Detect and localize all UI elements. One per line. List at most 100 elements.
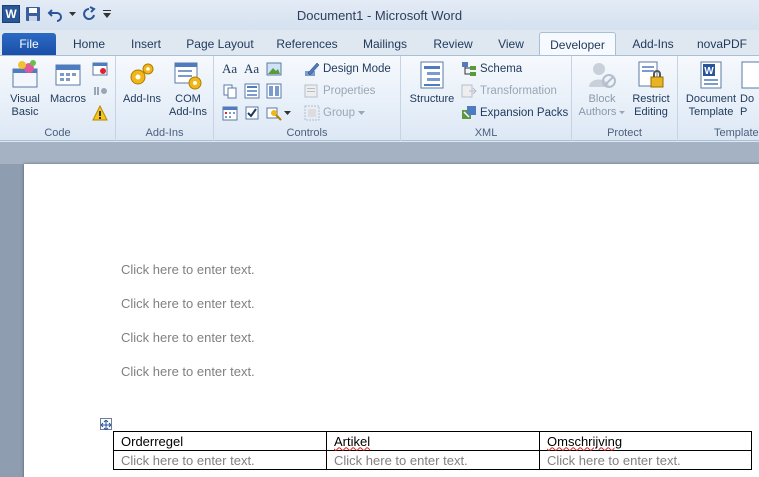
macros-button[interactable]: Macros <box>48 59 88 106</box>
picture-content-control-icon[interactable] <box>266 61 282 77</box>
tab-view[interactable]: View <box>492 33 530 55</box>
properties-label: Properties <box>323 85 376 97</box>
structure-button[interactable]: Structure <box>407 59 457 106</box>
plain-text-content-control-icon[interactable]: Aa <box>244 61 259 77</box>
chevron-down-icon <box>284 110 291 115</box>
block-authors-label-1: Block <box>588 93 616 105</box>
tab-references[interactable]: References <box>271 33 343 55</box>
visual-basic-label-1: Visual <box>10 93 40 105</box>
document-panel-label-1: Do <box>740 93 755 105</box>
content-control-placeholder[interactable]: Click here to enter text. <box>121 262 255 277</box>
add-ins-label: Add-Ins <box>123 93 161 105</box>
combo-box-control-icon[interactable] <box>244 83 260 99</box>
restrict-editing-label-2: Editing <box>634 106 668 118</box>
check-box-control-icon[interactable] <box>244 105 260 121</box>
design-mode-button[interactable]: Design Mode <box>304 61 391 77</box>
ribbon-tabs: File Home Insert Page Layout References … <box>0 30 759 56</box>
restrict-editing-icon <box>638 61 664 88</box>
table-cell-placeholder[interactable]: Click here to enter text. <box>539 450 752 470</box>
tab-page-layout[interactable]: Page Layout <box>182 33 258 55</box>
block-authors-button[interactable]: Block Authors <box>576 59 628 119</box>
date-picker-control-icon[interactable] <box>222 105 238 121</box>
svg-text:W: W <box>704 66 714 77</box>
order-table: Orderregel Artikel Omschrijving Click he… <box>113 431 752 470</box>
document-panel-label-2: P <box>740 106 748 118</box>
content-control-placeholder[interactable]: Click here to enter text. <box>121 364 255 379</box>
tab-review[interactable]: Review <box>428 33 478 55</box>
ribbon: Visual Basic Macros Code Add-Ins COM Add… <box>0 55 759 141</box>
block-authors-icon <box>589 63 616 88</box>
properties-button[interactable]: Properties <box>304 83 375 99</box>
schema-button[interactable]: Schema <box>461 61 522 77</box>
add-ins-button[interactable]: Add-Ins <box>120 59 164 106</box>
document-workspace: Click here to enter text. Click here to … <box>0 142 759 477</box>
group-controls-label: Controls <box>286 127 328 139</box>
table-header-text: Artikel <box>334 433 371 449</box>
expansion-packs-icon <box>462 106 476 119</box>
group-templates-label: Templates <box>714 127 759 139</box>
document-panel-icon <box>741 61 759 89</box>
tab-insert[interactable]: Insert <box>124 33 168 55</box>
table-header-cell[interactable]: Orderregel <box>113 431 327 451</box>
table-header-cell[interactable]: Artikel <box>326 431 540 451</box>
record-macro-icon[interactable] <box>92 61 108 77</box>
content-control-placeholder[interactable]: Click here to enter text. <box>121 296 255 311</box>
block-authors-chevron-icon <box>619 111 626 115</box>
macros-label: Macros <box>49 93 87 105</box>
tab-developer[interactable]: Developer <box>539 32 616 56</box>
visual-basic-label-2: Basic <box>11 106 39 118</box>
gears-icon <box>130 63 154 85</box>
tab-mailings[interactable]: Mailings <box>356 33 414 55</box>
restrict-editing-button[interactable]: Restrict Editing <box>628 59 674 119</box>
table-header-cell[interactable]: Omschrijving <box>539 431 752 451</box>
table-header-row: Orderregel Artikel Omschrijving <box>113 431 752 451</box>
schema-icon <box>462 62 476 76</box>
table-move-handle[interactable] <box>100 418 112 431</box>
rich-text-content-control-icon[interactable]: Aa <box>222 61 237 77</box>
group-add-ins-label: Add-Ins <box>145 127 184 139</box>
window-title: Document1 - Microsoft Word <box>296 8 463 23</box>
visual-basic-icon <box>12 60 38 88</box>
visual-basic-button[interactable]: Visual Basic <box>6 59 44 119</box>
move-arrows-icon <box>100 419 112 431</box>
expansion-packs-button[interactable]: Expansion Packs <box>461 105 568 121</box>
document-panel-button[interactable]: Do P <box>740 59 759 119</box>
com-add-ins-label-1: COM <box>175 93 201 105</box>
table-cell-placeholder[interactable]: Click here to enter text. <box>326 450 540 470</box>
drop-down-list-control-icon[interactable] <box>266 83 282 99</box>
document-page[interactable]: Click here to enter text. Click here to … <box>24 164 759 477</box>
structure-label: Structure <box>409 93 455 105</box>
macros-icon <box>55 64 81 86</box>
legacy-tools-icon <box>266 107 282 121</box>
document-template-label-2: Template <box>688 106 734 118</box>
tab-add-ins[interactable]: Add-Ins <box>626 33 680 55</box>
group-icon <box>304 105 320 121</box>
building-block-gallery-icon[interactable] <box>222 83 238 99</box>
design-mode-label: Design Mode <box>323 63 391 75</box>
workspace-top-margin <box>0 142 759 164</box>
table-cell-placeholder[interactable]: Click here to enter text. <box>113 450 327 470</box>
restrict-editing-label-1: Restrict <box>632 93 670 105</box>
document-template-icon: W <box>700 61 722 89</box>
com-add-ins-button[interactable]: COM Add-Ins <box>166 59 210 119</box>
block-authors-label-2: Authors <box>579 106 626 119</box>
title-bar: W Document1 - Microsoft Word <box>0 0 759 30</box>
tab-home[interactable]: Home <box>68 33 110 55</box>
transformation-label: Transformation <box>480 85 557 97</box>
tab-novapdf[interactable]: novaPDF <box>692 33 752 55</box>
document-template-button[interactable]: W Document Template <box>682 59 740 119</box>
group-button[interactable]: Group <box>304 105 365 121</box>
tab-file[interactable]: File <box>2 33 56 55</box>
table-header-text: Omschrijving <box>547 433 623 449</box>
macro-security-icon[interactable] <box>92 105 108 121</box>
expansion-packs-label: Expansion Packs <box>480 107 569 119</box>
content-control-placeholder[interactable]: Click here to enter text. <box>121 330 255 345</box>
group-code-label: Code <box>44 127 71 139</box>
transformation-button[interactable]: Transformation <box>461 83 557 99</box>
group-add-ins: Add-Ins COM Add-Ins Add-Ins <box>116 56 214 141</box>
pause-recording-icon[interactable] <box>92 83 108 99</box>
group-code: Visual Basic Macros Code <box>0 56 116 141</box>
document-template-label-1: Document <box>685 93 737 105</box>
legacy-tools-button[interactable] <box>266 105 291 121</box>
com-add-ins-icon <box>174 62 202 90</box>
